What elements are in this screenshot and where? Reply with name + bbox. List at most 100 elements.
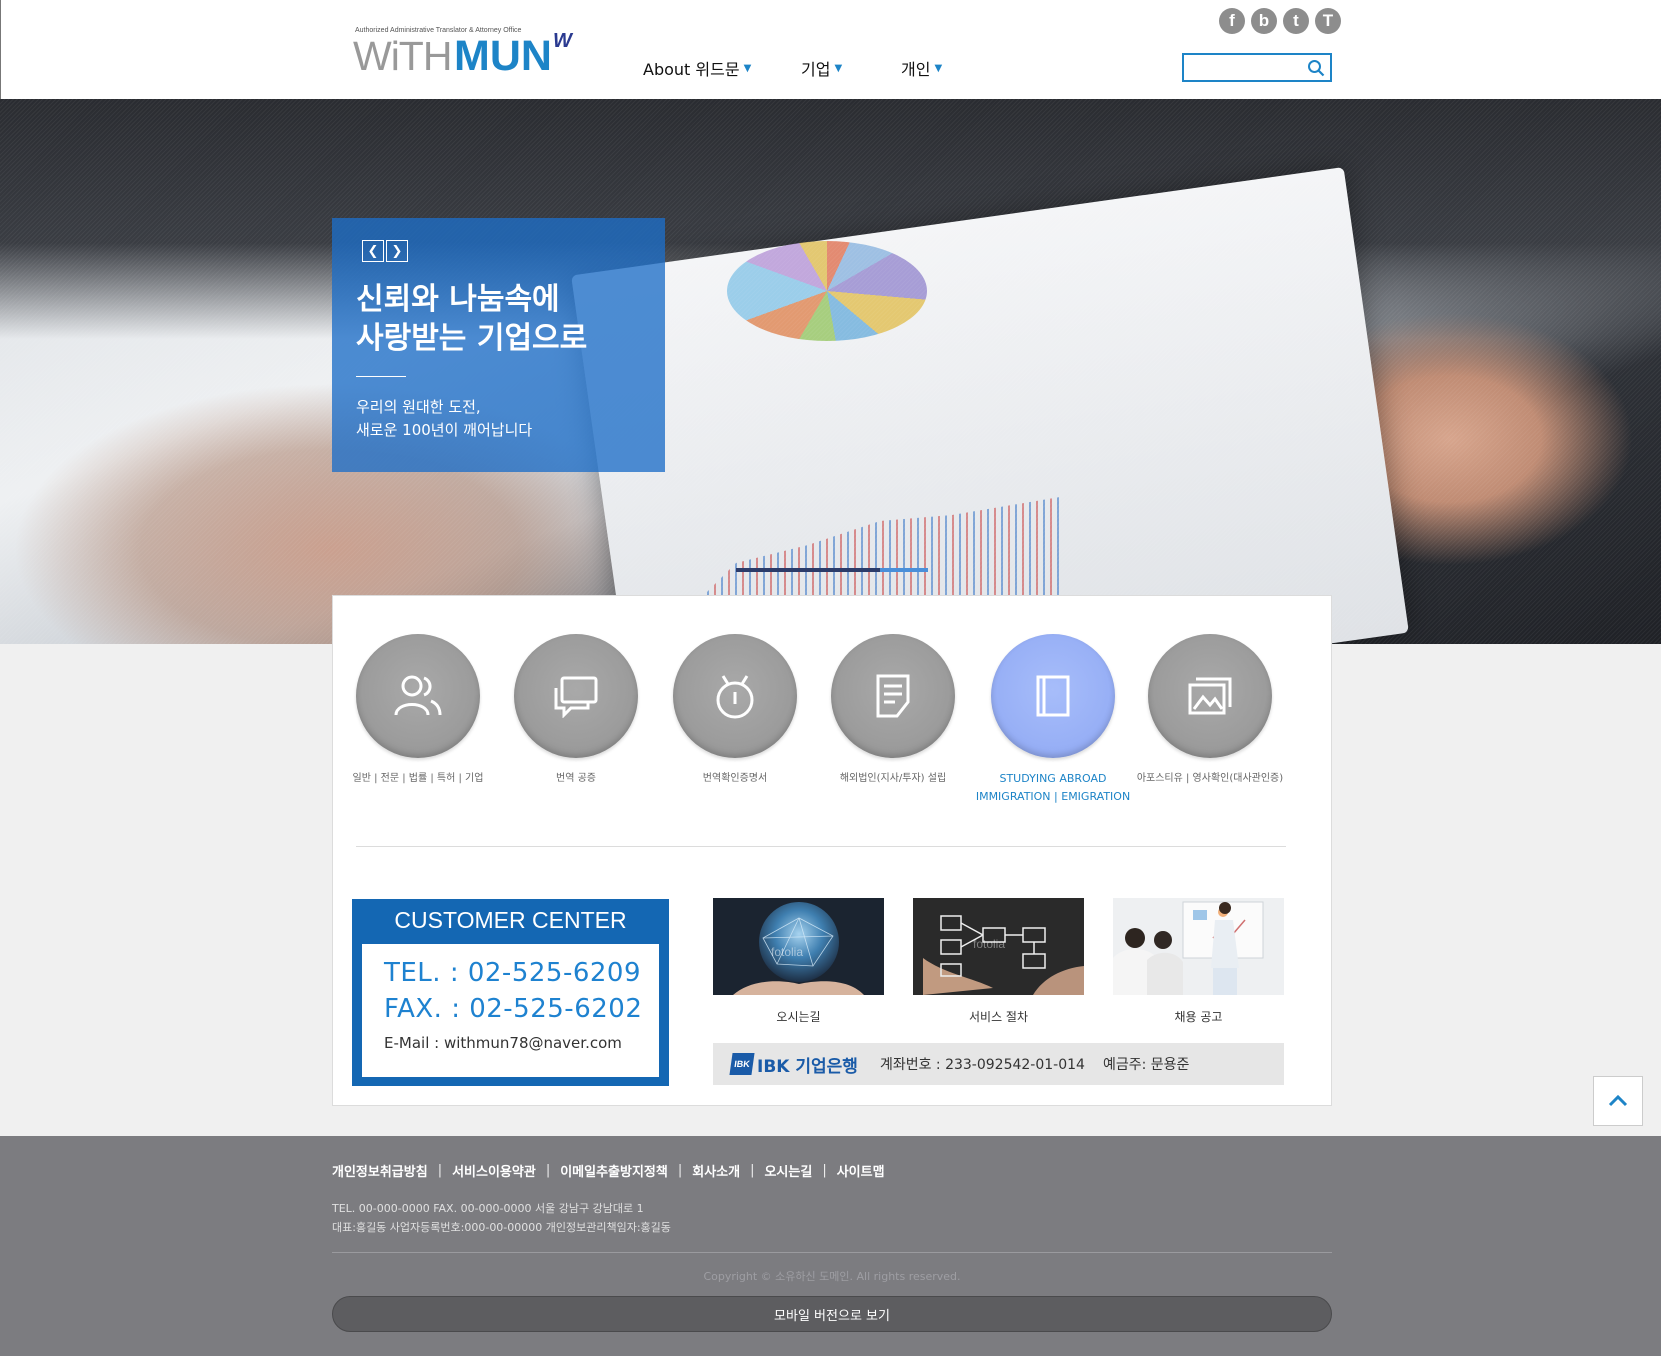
service-label: 일반 | 전문 | 법률 | 특허 | 기업 [352, 773, 484, 784]
section-divider [356, 846, 1286, 847]
hero-sub-line2: 새로운 100년이 깨어납니다 [356, 421, 533, 439]
service-label: 해외법인(지사/투자) 설립 [839, 773, 947, 784]
blog-icon[interactable]: b [1251, 8, 1277, 34]
scroll-to-top-button[interactable] [1593, 1076, 1643, 1126]
globe-hands-image: fotolia [713, 898, 884, 995]
footer-link-divider: | [437, 1163, 443, 1178]
people-icon [394, 675, 442, 716]
service-label: 번역확인증명서 [702, 773, 768, 784]
hero-sub-line1: 우리의 원대한 도전, [356, 398, 481, 416]
footer-info-line2: 대표:홍길동 사업자등록번호:000-00-00000 개인정보관리책임자:홍길… [332, 1221, 671, 1234]
book-icon [1036, 675, 1070, 717]
chat-icon [554, 676, 598, 718]
social-links: f b t T [1219, 8, 1341, 34]
logo-with-text: WiTH [353, 33, 452, 79]
service-label: 아포스티유 | 영사확인(대사관인증) [1136, 773, 1284, 784]
logo-mark-icon: W [553, 30, 572, 52]
search-input[interactable] [1188, 55, 1310, 81]
footer-copyright: Copyright © 소유하신 도메인. All rights reserve… [703, 1270, 961, 1283]
service-item-study-abroad[interactable]: STUDYING ABROAD IMMIGRATION | EMIGRATION [973, 634, 1133, 806]
main-content: 일반 | 전문 | 법률 | 특허 | 기업 번역 공증 번역확인증명서 해외법… [332, 595, 1332, 1106]
mobile-version-button[interactable]: 모바일 버전으로 보기 [332, 1296, 1332, 1332]
customer-center-tel: TEL. : 02-525-6209 [384, 958, 641, 988]
logo-mun-text: MUN [454, 32, 552, 80]
site-header: Authorized Administrative Translator & A… [0, 0, 1661, 99]
search-icon[interactable] [1307, 59, 1325, 77]
footer-info-line1: TEL. 00-000-0000 FAX. 00-000-0000 서울 강남구… [332, 1202, 644, 1215]
nav-item-personal[interactable]: 개인 ▼ [901, 56, 942, 80]
footer-link-divider: | [822, 1163, 827, 1178]
site-footer: 개인정보취급방침 | 서비스이용약관 | 이메일추출방지정책 | 회사소개 | … [0, 1136, 1661, 1356]
document-icon [876, 674, 910, 718]
thumbnail-recruitment[interactable]: 채용 공고 [1113, 898, 1284, 1025]
chevron-down-icon: ▼ [743, 62, 752, 74]
footer-link-terms[interactable]: 서비스이용약관 [452, 1161, 536, 1180]
presentation-image [1113, 898, 1284, 995]
next-slide-button[interactable]: ❯ [386, 240, 408, 262]
thumbnail-label: 오시는길 [776, 1010, 821, 1024]
watermark-text: fotolia [973, 937, 1005, 951]
footer-link-divider: | [545, 1163, 551, 1178]
footer-divider [332, 1252, 1332, 1253]
footer-link-divider: | [677, 1163, 683, 1178]
prev-slide-button[interactable]: ❮ [362, 240, 384, 262]
hero-headline: 신뢰와 나눔속에 사랑받는 기업으로 [356, 280, 587, 358]
twitter-icon[interactable]: t [1283, 8, 1309, 34]
footer-link-sitemap[interactable]: 사이트맵 [837, 1161, 885, 1180]
service-label: 번역 공증 [556, 773, 596, 784]
service-item-notarization[interactable]: 번역 공증 [496, 634, 656, 788]
hero-texture [0, 99, 1661, 644]
facebook-icon[interactable]: f [1219, 8, 1245, 34]
hero-headline-line2: 사랑받는 기업으로 [356, 321, 588, 356]
nav-label-about: About 위드문 [643, 60, 740, 79]
thumbnail-label: 서비스 절차 [968, 1010, 1028, 1024]
hero-subtext: 우리의 원대한 도전, 새로운 100년이 깨어납니다 [356, 396, 532, 442]
nav-item-about[interactable]: About 위드문 ▼ [643, 56, 751, 80]
service-item-translation[interactable]: 일반 | 전문 | 법률 | 특허 | 기업 [338, 634, 498, 788]
service-item-certificate[interactable]: 번역확인증명서 [655, 634, 815, 788]
stopwatch-icon [716, 675, 754, 719]
footer-link-directions[interactable]: 오시는길 [764, 1161, 812, 1180]
customer-center-title: CUSTOMER CENTER [394, 907, 627, 933]
footer-company-info: TEL. 00-000-0000 FAX. 00-000-0000 서울 강남구… [332, 1199, 671, 1237]
footer-link-about[interactable]: 회사소개 [692, 1161, 740, 1180]
customer-center-box: CUSTOMER CENTER TEL. : 02-525-6209 FAX. … [352, 899, 669, 1086]
service-circle [673, 634, 797, 758]
service-label: STUDYING ABROAD IMMIGRATION | EMIGRATION [973, 770, 1133, 806]
hero-headline-line1: 신뢰와 나눔속에 [356, 282, 560, 317]
footer-link-divider: | [750, 1163, 755, 1178]
footer-link-privacy[interactable]: 개인정보취급방침 [332, 1161, 428, 1180]
slide-progress-bar[interactable] [736, 568, 928, 572]
slide-progress-fill [736, 568, 880, 572]
search-box [1182, 53, 1332, 82]
service-circle [356, 634, 480, 758]
thumbnail-service-process[interactable]: fotolia 서비스 절차 [913, 898, 1084, 1025]
customer-center-contact: TEL. : 02-525-6209 FAX. : 02-525-6202 E-… [362, 944, 659, 1077]
bank-account-holder: 예금주: 문용준 [1102, 1057, 1190, 1073]
nav-label-personal: 개인 [901, 60, 931, 79]
service-label-line2: IMMIGRATION | EMIGRATION [975, 790, 1131, 803]
service-circle-active [991, 634, 1115, 758]
slide-arrows: ❮ ❯ [362, 240, 408, 262]
service-label-line1: STUDYING ABROAD [999, 772, 1107, 785]
footer-link-email-policy[interactable]: 이메일추출방지정책 [560, 1161, 668, 1180]
customer-center-email: E-Mail : withmun78@naver.com [384, 1034, 622, 1052]
tistory-icon[interactable]: T [1315, 8, 1341, 34]
bank-name: IBK 기업은행 [757, 1056, 858, 1077]
ibk-logo: IBK IBK 기업은행 [729, 1052, 858, 1077]
service-item-overseas-corp[interactable]: 해외법인(지사/투자) 설립 [813, 634, 973, 788]
service-item-apostille[interactable]: 아포스티유 | 영사확인(대사관인증) [1130, 634, 1290, 788]
thumbnail-directions[interactable]: fotolia 오시는길 [713, 898, 884, 1025]
hero-promo-box: ❮ ❯ 신뢰와 나눔속에 사랑받는 기업으로 우리의 원대한 도전, 새로운 1… [332, 218, 665, 472]
bank-account-number: 계좌번호 : 233-092542-01-014 [879, 1057, 1085, 1073]
bank-account-box: IBK IBK 기업은행 계좌번호 : 233-092542-01-014 예금… [713, 1043, 1284, 1085]
nav-item-business[interactable]: 기업 ▼ [801, 56, 842, 80]
service-circle [831, 634, 955, 758]
chevron-up-icon [1608, 1095, 1628, 1107]
hero-banner [0, 99, 1661, 644]
gallery-icon [1188, 677, 1232, 715]
chevron-down-icon: ▼ [934, 62, 943, 74]
hero-divider [356, 376, 406, 377]
chevron-down-icon: ▼ [834, 62, 843, 74]
logo[interactable]: Authorized Administrative Translator & A… [353, 27, 583, 80]
